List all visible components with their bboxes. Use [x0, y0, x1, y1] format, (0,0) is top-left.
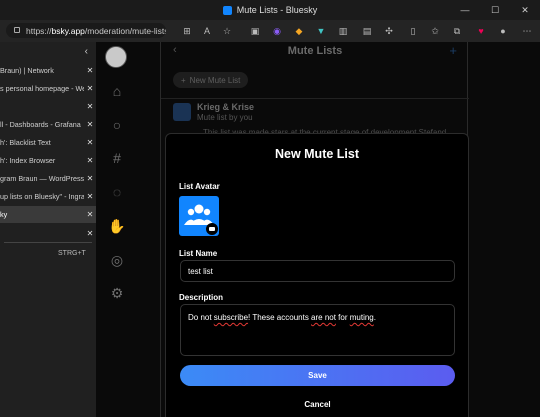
home-icon[interactable]: ⌂ [107, 81, 127, 101]
address-bar[interactable]: https://bsky.app/moderation/mute-lists [6, 23, 166, 38]
collections-icon[interactable]: ⧉ [450, 24, 464, 38]
extension-shield-icon[interactable]: ◆ [292, 24, 306, 38]
minimize-button[interactable]: — [450, 0, 480, 20]
maximize-button[interactable]: ☐ [480, 0, 510, 20]
url-host: bsky.app [51, 25, 85, 36]
plus-icon: + [181, 75, 186, 85]
description-text-misspelled: muting [349, 313, 374, 322]
close-tab-icon[interactable]: ✕ [84, 174, 96, 183]
list-name: Krieg & Krise [197, 102, 255, 112]
extension-purple-icon[interactable]: ◉ [270, 24, 284, 38]
close-tab-icon[interactable]: ✕ [84, 138, 96, 147]
dialog-title: New Mute List [274, 147, 360, 161]
cancel-button[interactable]: Cancel [180, 395, 455, 413]
description-text: Do not [188, 313, 214, 322]
camera-icon[interactable] [206, 223, 218, 235]
list-avatar [173, 103, 191, 121]
profile-avatar-icon[interactable]: ● [496, 24, 510, 38]
description-text-misspelled: subscribe [213, 313, 249, 322]
vertical-tabs-panel: ‹ Braun) | Network ✕ s personal homepage … [0, 42, 96, 417]
read-aloud-icon[interactable]: A [200, 24, 214, 38]
extension-archive-icon[interactable]: ▥ [336, 24, 350, 38]
description-text: . [373, 313, 376, 322]
tab-item[interactable]: ✕ [0, 225, 96, 242]
lock-icon [14, 27, 20, 33]
close-tab-icon[interactable]: ✕ [84, 120, 96, 129]
description-text-misspelled: are not [311, 313, 336, 322]
profile-icon[interactable]: ◎ [107, 250, 127, 270]
extension-icon[interactable]: ▣ [248, 24, 262, 38]
tab-item[interactable]: gram Braun — WordPress ✕ [0, 170, 96, 187]
close-tab-icon[interactable]: ✕ [84, 192, 96, 201]
list-byline: Mute list by you [197, 113, 253, 122]
heart-extension-icon[interactable]: ♥ [474, 24, 488, 38]
favorites-icon[interactable]: ✩ [428, 24, 442, 38]
window-title: Mute Lists - Bluesky [236, 5, 318, 15]
favorite-star-icon[interactable]: ☆ [220, 24, 234, 38]
close-window-button[interactable]: ✕ [510, 0, 540, 20]
tab-item[interactable]: h': Index Browser ✕ [0, 152, 96, 169]
close-tab-icon[interactable]: ✕ [84, 210, 96, 219]
tab-item-active[interactable]: ky ✕ [0, 206, 96, 223]
close-tab-icon[interactable]: ✕ [84, 229, 96, 238]
tabs-divider [4, 242, 92, 243]
tab-item[interactable]: h': Blacklist Text ✕ [0, 134, 96, 151]
close-tab-icon[interactable]: ✕ [84, 102, 96, 111]
settings-gear-icon[interactable]: ⚙ [107, 283, 127, 303]
moderation-hand-icon[interactable]: ✋ [107, 216, 127, 236]
tab-item[interactable]: Braun) | Network ✕ [0, 62, 96, 79]
new-mute-list-button[interactable]: + New Mute List [173, 72, 249, 88]
description-label: Description [179, 293, 224, 302]
feeds-hash-icon[interactable]: # [107, 148, 127, 168]
search-icon[interactable]: ○ [107, 115, 127, 135]
close-tab-icon[interactable]: ✕ [84, 156, 96, 165]
collapse-tabs-icon[interactable]: ‹ [85, 46, 88, 57]
list-name-label: List Name [179, 249, 218, 258]
page-title: Mute Lists [287, 45, 343, 57]
sidebar-toggle-icon[interactable]: ▯ [406, 24, 420, 38]
url-scheme: https:// [26, 25, 52, 36]
list-avatar-picker[interactable] [179, 196, 219, 236]
user-avatar[interactable] [105, 46, 127, 68]
tab-item[interactable]: up lists on Bluesky" - Ingram ✕ [0, 188, 96, 205]
save-button[interactable]: Save [180, 365, 455, 386]
extension-teal-icon[interactable]: ▼ [314, 24, 328, 38]
new-mute-list-dialog: New Mute List List Avatar List Name test… [165, 133, 469, 417]
close-tab-icon[interactable]: ✕ [84, 66, 96, 75]
split-screen-icon[interactable]: ⊞ [180, 24, 194, 38]
description-text: for [335, 313, 350, 322]
list-name-input[interactable]: test list [180, 260, 455, 282]
tab-item[interactable]: ll - Dashboards - Grafana ✕ [0, 116, 96, 133]
extensions-puzzle-icon[interactable]: ✣ [382, 24, 396, 38]
new-tab-shortcut: STRG+T [58, 250, 86, 257]
more-menu-icon[interactable]: ⋯ [520, 24, 534, 38]
tab-item[interactable]: ✕ [0, 98, 96, 115]
extension-badge-icon[interactable]: ▤ [360, 24, 374, 38]
left-nav: ⌂ ○ # ◌ ✋ ◎ ⚙ [96, 42, 138, 417]
notifications-bell-icon[interactable]: ◌ [107, 182, 127, 202]
close-tab-icon[interactable]: ✕ [84, 84, 96, 93]
new-mute-list-label: New Mute List [189, 75, 241, 85]
bluesky-favicon-icon [222, 5, 232, 15]
tab-item[interactable]: s personal homepage - Wer ✕ [0, 80, 96, 97]
description-text: ! These accounts [248, 313, 312, 322]
browser-toolbar: https://bsky.app/moderation/mute-lists ⊞… [0, 20, 540, 42]
list-avatar-label: List Avatar [179, 182, 220, 191]
add-list-icon[interactable]: + [449, 43, 457, 58]
url-path: /moderation/mute-lists [84, 25, 166, 36]
description-textarea[interactable]: Do not subscribe! These accounts are not… [180, 304, 455, 356]
